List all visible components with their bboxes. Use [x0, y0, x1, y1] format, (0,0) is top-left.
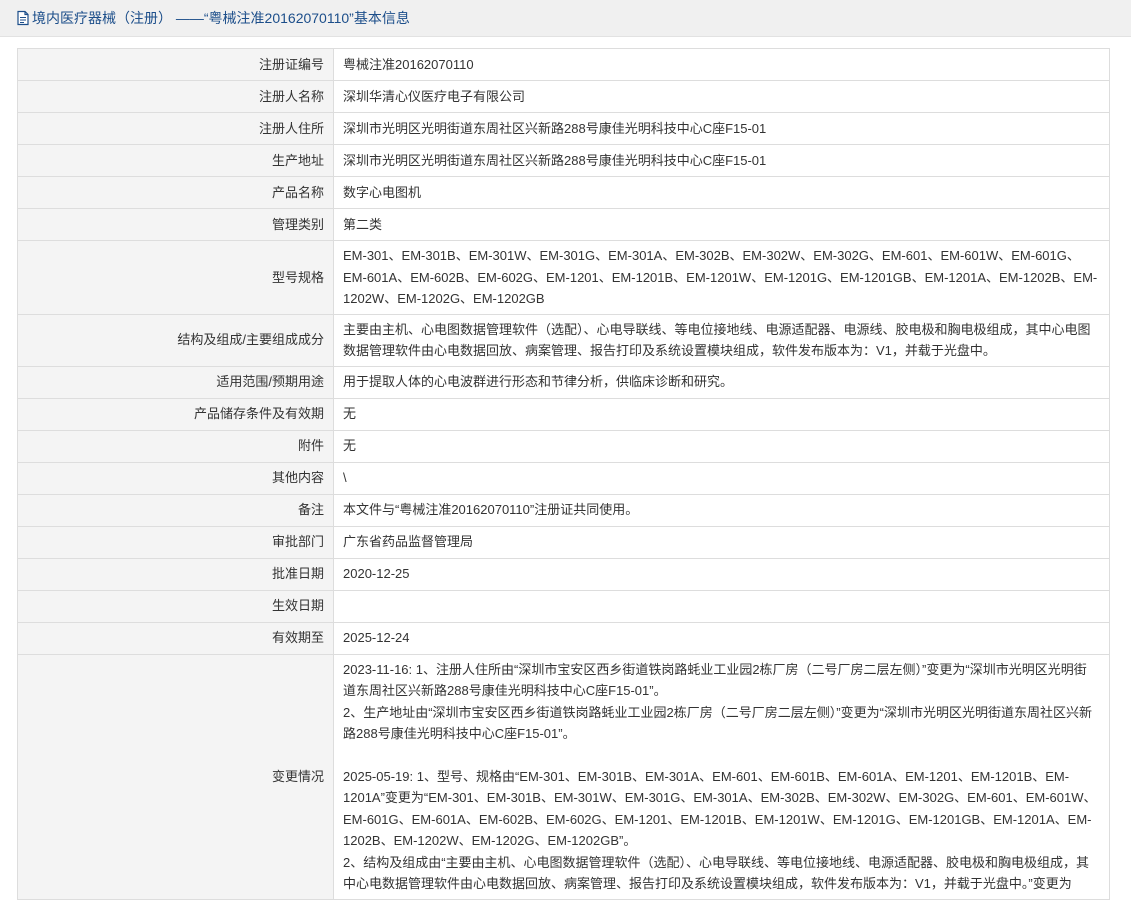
row-value	[333, 589, 1110, 623]
row-label: 附件	[17, 429, 334, 463]
row-value: 广东省药品监督管理局	[333, 525, 1110, 559]
row-label: 适用范围/预期用途	[17, 365, 334, 399]
change-entry: 2、结构及组成由“主要由主机、心电图数据管理软件（选配）、心电导联线、等电位接地…	[343, 854, 1090, 892]
row-value: 2020-12-25	[333, 557, 1110, 591]
row-label: 型号规格	[17, 240, 334, 315]
row-label: 变更情况	[17, 653, 334, 900]
row-value: 无	[333, 429, 1110, 463]
row-label: 备注	[17, 493, 334, 527]
table-row: 批准日期 2020-12-25	[17, 557, 1110, 591]
row-label: 批准日期	[17, 557, 334, 591]
table-row: 变更情况 2023-11-16: 1、注册人住所由“深圳市宝安区西乡街道铁岗路蚝…	[17, 653, 1110, 900]
row-label: 其他内容	[17, 461, 334, 495]
row-value: 深圳市光明区光明街道东周社区兴新路288号康佳光明科技中心C座F15-01	[333, 144, 1110, 177]
row-value: 2025-12-24	[333, 621, 1110, 655]
row-label: 结构及组成/主要组成成分	[17, 313, 334, 367]
row-label: 有效期至	[17, 621, 334, 655]
table-row: 生效日期	[17, 589, 1110, 623]
page-header: 境内医疗器械（注册） ——“粤械注准20162070110”基本信息	[0, 0, 1131, 37]
change-entry: 2025-05-19: 1、型号、规格由“EM-301、EM-301B、EM-3…	[343, 768, 1097, 849]
table-row: 其他内容 \	[17, 461, 1110, 495]
change-entry: 2023-11-16: 1、注册人住所由“深圳市宝安区西乡街道铁岗路蚝业工业园2…	[343, 661, 1087, 699]
row-label: 生产地址	[17, 144, 334, 177]
row-value: 粤械注准20162070110	[333, 48, 1110, 81]
row-label: 产品储存条件及有效期	[17, 397, 334, 431]
row-value: 无	[333, 397, 1110, 431]
table-row: 管理类别 第二类	[17, 208, 1110, 241]
table-row: 注册证编号 粤械注准20162070110	[17, 48, 1110, 81]
page-title: 境内医疗器械（注册） ——“粤械注准20162070110”基本信息	[32, 10, 410, 26]
row-value: \	[333, 461, 1110, 495]
row-label: 注册人住所	[17, 112, 334, 145]
info-panel: 注册证编号 粤械注准20162070110 注册人名称 深圳华清心仪医疗电子有限…	[0, 37, 1131, 900]
row-value: 第二类	[333, 208, 1110, 241]
row-value: 深圳市光明区光明街道东周社区兴新路288号康佳光明科技中心C座F15-01	[333, 112, 1110, 145]
row-label: 产品名称	[17, 176, 334, 209]
table-row: 产品储存条件及有效期 无	[17, 397, 1110, 431]
table-row: 注册人住所 深圳市光明区光明街道东周社区兴新路288号康佳光明科技中心C座F15…	[17, 112, 1110, 145]
row-label: 注册人名称	[17, 80, 334, 113]
row-value: 本文件与“粤械注准20162070110”注册证共同使用。	[333, 493, 1110, 527]
table-row: 备注 本文件与“粤械注准20162070110”注册证共同使用。	[17, 493, 1110, 527]
info-table: 注册证编号 粤械注准20162070110 注册人名称 深圳华清心仪医疗电子有限…	[17, 48, 1110, 900]
document-icon	[16, 10, 30, 26]
row-label: 审批部门	[17, 525, 334, 559]
row-label: 管理类别	[17, 208, 334, 241]
row-label: 生效日期	[17, 589, 334, 623]
table-row: 结构及组成/主要组成成分 主要由主机、心电图数据管理软件（选配）、心电导联线、等…	[17, 313, 1110, 367]
table-row: 审批部门 广东省药品监督管理局	[17, 525, 1110, 559]
row-value: EM-301、EM-301B、EM-301W、EM-301G、EM-301A、E…	[333, 240, 1110, 315]
change-log: 2023-11-16: 1、注册人住所由“深圳市宝安区西乡街道铁岗路蚝业工业园2…	[333, 653, 1110, 900]
row-label: 注册证编号	[17, 48, 334, 81]
table-row: 生产地址 深圳市光明区光明街道东周社区兴新路288号康佳光明科技中心C座F15-…	[17, 144, 1110, 177]
table-row: 适用范围/预期用途 用于提取人体的心电波群进行形态和节律分析，供临床诊断和研究。	[17, 365, 1110, 399]
table-row: 有效期至 2025-12-24	[17, 621, 1110, 655]
row-value: 主要由主机、心电图数据管理软件（选配）、心电导联线、等电位接地线、电源适配器、电…	[333, 313, 1110, 367]
table-row: 产品名称 数字心电图机	[17, 176, 1110, 209]
row-value: 深圳华清心仪医疗电子有限公司	[333, 80, 1110, 113]
row-value: 数字心电图机	[333, 176, 1110, 209]
change-entry: 2、生产地址由“深圳市宝安区西乡街道铁岗路蚝业工业园2栋厂房（二号厂房二层左侧）…	[343, 704, 1092, 742]
table-row: 注册人名称 深圳华清心仪医疗电子有限公司	[17, 80, 1110, 113]
table-row: 型号规格 EM-301、EM-301B、EM-301W、EM-301G、EM-3…	[17, 240, 1110, 315]
row-value: 用于提取人体的心电波群进行形态和节律分析，供临床诊断和研究。	[333, 365, 1110, 399]
table-row: 附件 无	[17, 429, 1110, 463]
